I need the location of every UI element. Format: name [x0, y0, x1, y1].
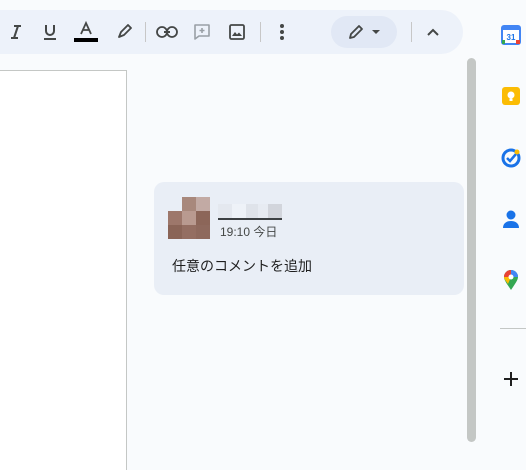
pencil-icon: [349, 25, 363, 39]
image-icon: [229, 24, 245, 40]
contacts-icon[interactable]: [500, 208, 522, 230]
avatar: [168, 197, 210, 239]
side-panel: [488, 0, 526, 470]
highlight-button[interactable]: [110, 18, 138, 46]
author-name-underline: [218, 218, 282, 220]
comment-timestamp: 19:10 今日: [220, 225, 278, 239]
editing-mode-button[interactable]: [331, 16, 397, 48]
scrollbar-thumb[interactable]: [467, 58, 476, 442]
italic-button[interactable]: [2, 18, 30, 46]
tasks-icon[interactable]: [500, 147, 522, 169]
text-color-icon: [74, 20, 98, 42]
side-panel-divider: [500, 328, 526, 329]
insert-link-button[interactable]: [153, 18, 181, 46]
more-vert-icon: [280, 24, 284, 40]
text-color-button[interactable]: [72, 18, 100, 46]
toolbar-divider: [411, 22, 412, 42]
comment-card[interactable]: 19:10 今日 任意のコメントを追加: [154, 182, 464, 295]
comment-input[interactable]: 任意のコメントを追加: [172, 256, 312, 276]
underline-button[interactable]: [36, 18, 64, 46]
toolbar-divider: [260, 22, 261, 42]
formatting-toolbar: [0, 10, 463, 54]
document-page[interactable]: [0, 70, 127, 470]
highlight-pen-icon: [118, 24, 132, 38]
add-comment-button[interactable]: [188, 18, 216, 46]
add-comment-icon: [194, 24, 210, 40]
italic-icon: [11, 25, 21, 39]
caret-down-icon: [372, 30, 380, 34]
link-icon: [156, 26, 178, 38]
chevron-up-icon: [427, 28, 439, 36]
more-options-button[interactable]: [268, 18, 296, 46]
plus-icon[interactable]: [500, 368, 522, 390]
maps-icon[interactable]: [500, 269, 522, 291]
docs-editor: 19:10 今日 任意のコメントを追加 31: [0, 0, 526, 470]
toolbar-divider: [145, 22, 146, 42]
keep-icon[interactable]: [500, 85, 522, 107]
calendar-icon[interactable]: 31: [500, 24, 522, 46]
svg-text:31: 31: [507, 33, 516, 42]
hide-menus-button[interactable]: [419, 18, 447, 46]
underline-icon: [44, 25, 56, 40]
insert-image-button[interactable]: [223, 18, 251, 46]
